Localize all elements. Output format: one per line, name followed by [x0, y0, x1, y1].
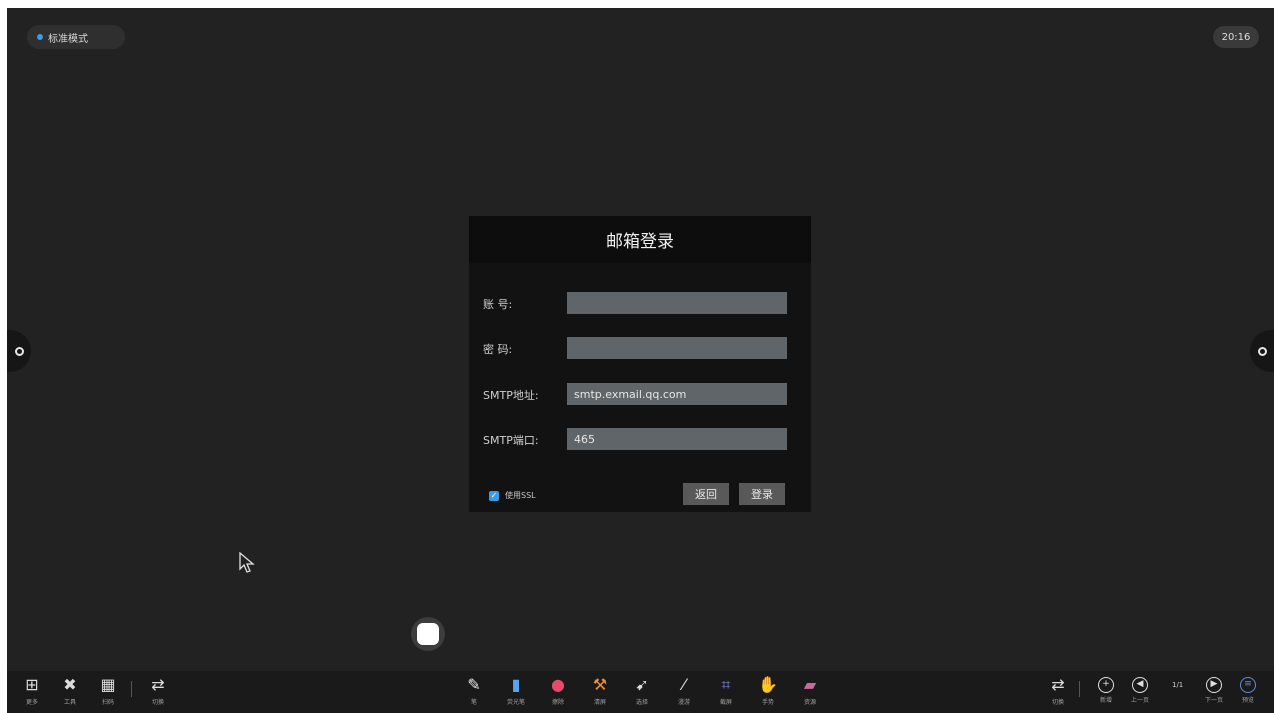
right-side-handle[interactable]: [1250, 330, 1274, 372]
tool-label: 笔: [470, 699, 477, 706]
tool-label: 新增: [1099, 697, 1112, 704]
tool-label: 下一页: [1204, 697, 1223, 704]
prev-page-button[interactable]: ◀ 上一页: [1125, 675, 1155, 704]
tools-button[interactable]: ✖ 工具: [55, 675, 85, 706]
tool-label: 荧光笔: [506, 699, 525, 706]
qr-code-button[interactable]: ▦ 扫码: [93, 675, 123, 706]
mode-indicator[interactable]: 标准模式: [27, 25, 125, 49]
left-side-handle[interactable]: [7, 330, 31, 372]
highlighter-icon: ▮: [511, 675, 521, 694]
mode-label: 标准模式: [48, 33, 88, 45]
tool-label: 资源: [803, 699, 816, 706]
desktop-background: 标准模式 20:16 邮箱登录 账 号: 密 码: SMTP地址: SMTP端口…: [7, 8, 1274, 713]
switch-button-left[interactable]: ⇄ 切换: [143, 675, 173, 706]
email-login-dialog: 邮箱登录 账 号: 密 码: SMTP地址: SMTP端口: ✓ 使用SSL 返…: [469, 216, 811, 512]
add-page-button[interactable]: + 新增: [1091, 675, 1121, 704]
smtp-port-row: SMTP端口:: [469, 428, 811, 450]
switch-button-right[interactable]: ⇄ 切换: [1043, 675, 1073, 706]
clear-screen-tool[interactable]: ⚒ 清屏: [585, 675, 615, 706]
bottom-toolbar: ⊞ 更多 ✖ 工具 ▦ 扫码 ⇄ 切换 ✎ 笔 ▮ 荧光笔 ● 擦除 ⚒ 清屏 …: [7, 671, 1274, 713]
pen-icon: ✎: [467, 675, 481, 694]
account-label: 账 号:: [483, 298, 513, 311]
account-row: 账 号:: [469, 292, 811, 314]
roam-tool[interactable]: ⁄ 漫游: [669, 675, 699, 706]
mouse-cursor-icon: [239, 552, 255, 573]
ssl-checkbox[interactable]: ✓: [489, 490, 499, 501]
tool-label: 预览: [1241, 697, 1254, 704]
tool-label: 选择: [635, 699, 648, 706]
smtp-address-label: SMTP地址:: [483, 389, 539, 402]
dialog-header: 邮箱登录: [469, 216, 811, 263]
ssl-label: 使用SSL: [505, 491, 536, 500]
switch-icon: ⇄: [1051, 675, 1065, 694]
resources-tool[interactable]: ▰ 资源: [795, 675, 825, 706]
eraser-tool[interactable]: ● 擦除: [543, 675, 573, 706]
select-icon: ➹: [635, 675, 649, 694]
brush-icon: ⁄: [682, 675, 686, 694]
tool-label: 切换: [151, 699, 164, 706]
dialog-title: 邮箱登录: [606, 232, 674, 252]
prev-page-icon: ◀: [1132, 677, 1148, 693]
ssl-option[interactable]: ✓ 使用SSL: [489, 490, 536, 501]
page-preview-button[interactable]: ≡ 预览: [1233, 675, 1263, 704]
settings-gear-icon: [1257, 346, 1267, 356]
hammer-icon: ⚒: [592, 675, 608, 694]
password-label: 密 码:: [483, 343, 513, 356]
toolbar-divider: [1079, 681, 1080, 697]
smtp-address-input[interactable]: [567, 383, 787, 405]
page-list-icon: ≡: [1240, 677, 1256, 693]
smtp-port-input[interactable]: [567, 428, 787, 450]
mode-dot-icon: [37, 34, 43, 40]
tool-label: 擦除: [551, 699, 564, 706]
toolbar-divider: [131, 681, 132, 697]
settings-gear-icon: [14, 346, 24, 356]
next-page-icon: ▶: [1206, 677, 1222, 693]
password-input[interactable]: [567, 337, 787, 359]
smtp-port-label: SMTP端口:: [483, 434, 539, 447]
tools-icon: ✖: [63, 675, 77, 694]
book-icon: ▰: [803, 675, 817, 694]
tool-label: 切换: [1051, 699, 1064, 706]
tool-label: 漫游: [677, 699, 690, 706]
qr-code-icon: ▦: [100, 675, 116, 694]
clock: 20:16: [1213, 26, 1259, 48]
floating-ball-icon: [417, 623, 439, 645]
hand-icon: ✋: [758, 675, 778, 694]
gesture-tool[interactable]: ✋ 手势: [753, 675, 783, 706]
capture-icon: ⌗: [721, 675, 731, 694]
apps-grid-icon: ⊞: [25, 675, 39, 694]
login-button[interactable]: 登录: [739, 483, 785, 505]
next-page-button[interactable]: ▶ 下一页: [1199, 675, 1229, 704]
tool-label: 更多: [25, 699, 38, 706]
pen-tool[interactable]: ✎ 笔: [459, 675, 489, 706]
tool-label: 扫码: [101, 699, 114, 706]
add-page-icon: +: [1098, 677, 1114, 693]
password-row: 密 码:: [469, 337, 811, 359]
floating-assistant-button[interactable]: [411, 617, 445, 651]
select-tool[interactable]: ➹ 选择: [627, 675, 657, 706]
back-button[interactable]: 返回: [683, 483, 729, 505]
tool-label: 工具: [63, 699, 76, 706]
eraser-icon: ●: [551, 675, 565, 694]
tool-label: 清屏: [593, 699, 606, 706]
switch-icon: ⇄: [151, 675, 165, 694]
tool-label: 截屏: [719, 699, 732, 706]
tool-label: 上一页: [1130, 697, 1149, 704]
account-input[interactable]: [567, 292, 787, 314]
screenshot-tool[interactable]: ⌗ 截屏: [711, 675, 741, 706]
highlighter-tool[interactable]: ▮ 荧光笔: [501, 675, 531, 706]
page-counter: 1/1: [1172, 681, 1184, 689]
tool-label: 手势: [761, 699, 774, 706]
smtp-address-row: SMTP地址:: [469, 383, 811, 405]
more-apps-button[interactable]: ⊞ 更多: [17, 675, 47, 706]
